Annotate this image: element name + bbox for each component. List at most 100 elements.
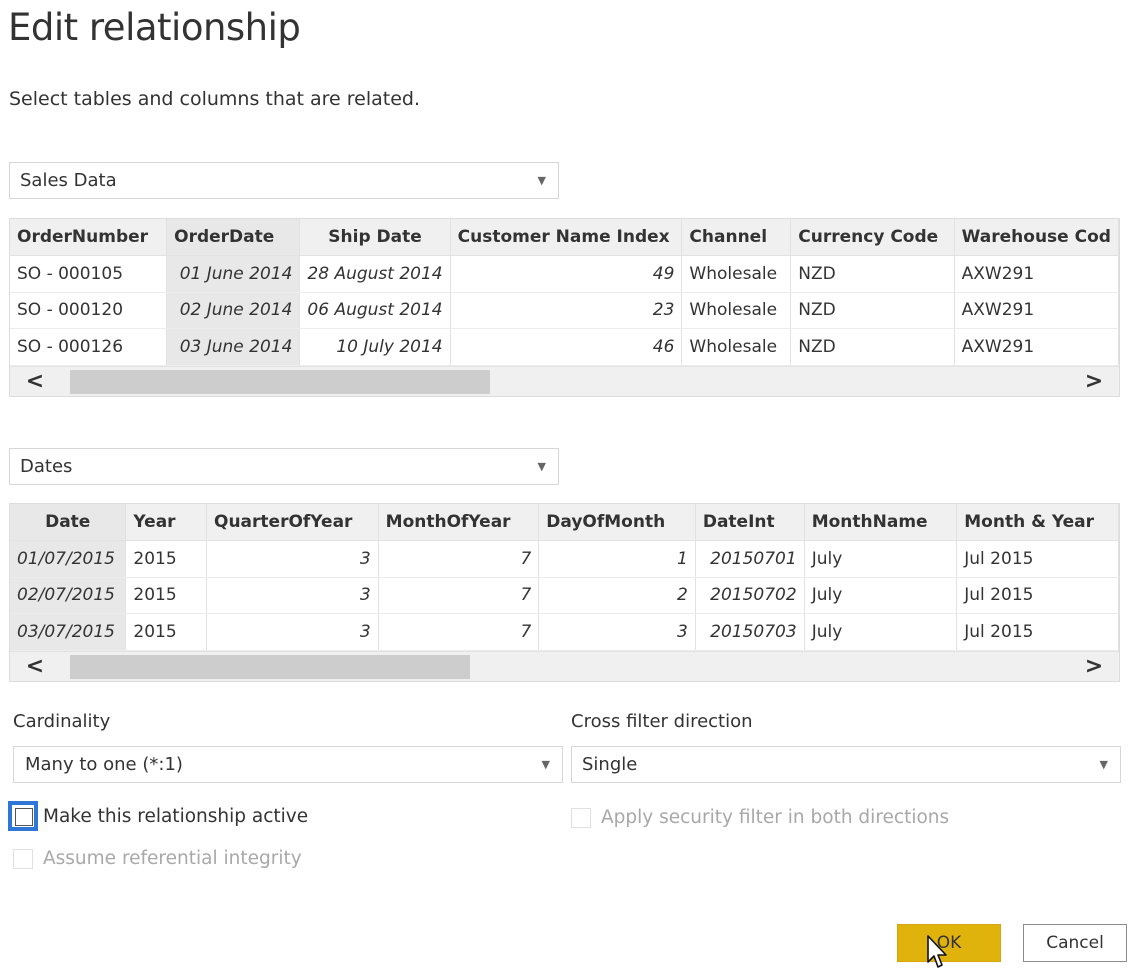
table-cell[interactable]: 20150701	[695, 540, 805, 578]
table-row: SO - 000126 03 June 2014 10 July 2014 46…	[10, 328, 1119, 366]
table-cell[interactable]: SO - 000126	[10, 328, 168, 366]
column-header[interactable]: Channel	[681, 219, 792, 256]
chevron-left-icon[interactable]: <	[10, 367, 60, 396]
table-cell[interactable]: Wholesale	[681, 292, 792, 329]
table-cell[interactable]: 23	[450, 292, 683, 329]
table-row: 03/07/2015 2015 3 7 3 20150703 July Jul …	[10, 613, 1119, 651]
column-header[interactable]: OrderNumber	[10, 219, 168, 256]
table-cell[interactable]: AXW291	[954, 328, 1119, 366]
table-cell[interactable]: 3	[206, 577, 379, 614]
column-header-selected[interactable]: OrderDate	[166, 219, 301, 256]
table-cell[interactable]: Jul 2015	[956, 613, 1119, 651]
table-cell[interactable]: 03 June 2014	[166, 328, 301, 366]
table-cell[interactable]: 7	[378, 577, 540, 614]
chevron-down-icon: ▼	[537, 460, 546, 473]
dialog-subtitle: Select tables and columns that are relat…	[9, 88, 421, 110]
table-cell[interactable]: 2015	[125, 577, 207, 614]
table-cell[interactable]: 02 June 2014	[166, 292, 301, 329]
security-filter-option: Apply security filter in both directions	[571, 807, 949, 828]
table-cell[interactable]: 46	[450, 328, 683, 366]
cancel-button[interactable]: Cancel	[1023, 924, 1127, 962]
cross-filter-select[interactable]: Single ▼	[571, 746, 1121, 783]
table2-header-row: Date Year QuarterOfYear MonthOfYear DayO…	[10, 504, 1119, 541]
table-cell[interactable]: 02/07/2015	[10, 577, 127, 614]
chevron-down-icon: ▼	[1099, 758, 1108, 771]
table-cell[interactable]: July	[804, 577, 958, 614]
table-row: 01/07/2015 2015 3 7 1 20150701 July Jul …	[10, 540, 1119, 578]
column-header[interactable]: DayOfMonth	[538, 504, 696, 541]
table-cell[interactable]: 7	[378, 613, 540, 651]
table-cell[interactable]: 06 August 2014	[299, 292, 451, 329]
table-cell[interactable]: 28 August 2014	[299, 255, 451, 293]
table1-grid: OrderNumber OrderDate Ship Date Customer…	[10, 219, 1119, 366]
table-cell[interactable]: NZD	[790, 292, 955, 329]
table-cell[interactable]: 01 June 2014	[166, 255, 301, 293]
table-cell[interactable]: 49	[450, 255, 683, 293]
table2-select[interactable]: Dates ▼	[9, 448, 559, 485]
chevron-down-icon: ▼	[537, 174, 546, 187]
column-header[interactable]: Warehouse Cod	[954, 219, 1119, 256]
table1-header-row: OrderNumber OrderDate Ship Date Customer…	[10, 219, 1119, 256]
column-header[interactable]: Customer Name Index	[450, 219, 683, 256]
cross-filter-select-value: Single	[582, 754, 638, 775]
table-cell[interactable]: July	[804, 540, 958, 578]
security-filter-checkbox	[571, 807, 591, 828]
table-cell[interactable]: SO - 000120	[10, 292, 168, 329]
table1-select[interactable]: Sales Data ▼	[9, 162, 559, 199]
column-header[interactable]: MonthName	[804, 504, 958, 541]
table-cell[interactable]: 2	[538, 577, 696, 614]
column-header[interactable]: Currency Code	[790, 219, 955, 256]
cardinality-label: Cardinality	[13, 711, 111, 732]
column-header-selected[interactable]: Date	[10, 504, 127, 541]
table-cell[interactable]: 1	[538, 540, 696, 578]
column-header[interactable]: Year	[125, 504, 207, 541]
column-header[interactable]: QuarterOfYear	[206, 504, 379, 541]
referential-integrity-option: Assume referential integrity	[13, 848, 302, 869]
table-cell[interactable]: 03/07/2015	[10, 613, 127, 651]
table-cell[interactable]: NZD	[790, 255, 955, 293]
table-cell[interactable]: 7	[378, 540, 540, 578]
table-cell[interactable]: AXW291	[954, 255, 1119, 293]
table-cell[interactable]: SO - 000105	[10, 255, 168, 293]
table1-horizontal-scrollbar[interactable]: < >	[10, 365, 1119, 396]
table-cell[interactable]: 3	[206, 613, 379, 651]
table-cell[interactable]: Wholesale	[681, 255, 792, 293]
make-active-label: Make this relationship active	[43, 805, 309, 827]
table-cell[interactable]: Jul 2015	[956, 540, 1119, 578]
scrollbar-thumb[interactable]	[70, 654, 470, 679]
table2-horizontal-scrollbar[interactable]: < >	[10, 650, 1119, 681]
make-active-option[interactable]: Make this relationship active	[8, 801, 309, 831]
table-cell[interactable]: July	[804, 613, 958, 651]
table-cell[interactable]: 20150703	[695, 613, 805, 651]
table-cell[interactable]: 20150702	[695, 577, 805, 614]
chevron-right-icon[interactable]: >	[1069, 652, 1119, 681]
table-cell[interactable]: 3	[538, 613, 696, 651]
cardinality-select-value: Many to one (*:1)	[25, 754, 183, 775]
scrollbar-thumb[interactable]	[70, 369, 490, 394]
cross-filter-label: Cross filter direction	[571, 711, 753, 732]
dialog-title: Edit relationship	[8, 6, 301, 49]
chevron-left-icon[interactable]: <	[10, 652, 60, 681]
column-header[interactable]: MonthOfYear	[378, 504, 540, 541]
table-cell[interactable]: 3	[206, 540, 379, 578]
table-cell[interactable]: AXW291	[954, 292, 1119, 329]
chevron-down-icon: ▼	[541, 758, 550, 771]
table-cell[interactable]: 10 July 2014	[299, 328, 451, 366]
table-row: SO - 000105 01 June 2014 28 August 2014 …	[10, 255, 1119, 293]
table-cell[interactable]: 01/07/2015	[10, 540, 127, 578]
cardinality-select[interactable]: Many to one (*:1) ▼	[13, 746, 563, 783]
column-header[interactable]: DateInt	[695, 504, 805, 541]
referential-integrity-label: Assume referential integrity	[43, 848, 302, 869]
table-cell[interactable]: 2015	[125, 540, 207, 578]
chevron-right-icon[interactable]: >	[1069, 367, 1119, 396]
table-cell[interactable]: NZD	[790, 328, 955, 366]
column-header[interactable]: Month & Year	[956, 504, 1119, 541]
column-header[interactable]: Ship Date	[299, 219, 451, 256]
security-filter-label: Apply security filter in both directions	[601, 807, 950, 828]
table-row: 02/07/2015 2015 3 7 2 20150702 July Jul …	[10, 577, 1119, 614]
table1-select-value: Sales Data	[20, 170, 117, 191]
make-active-checkbox[interactable]	[8, 801, 38, 831]
table-cell[interactable]: Jul 2015	[956, 577, 1119, 614]
table-cell[interactable]: Wholesale	[681, 328, 792, 366]
table-cell[interactable]: 2015	[125, 613, 207, 651]
